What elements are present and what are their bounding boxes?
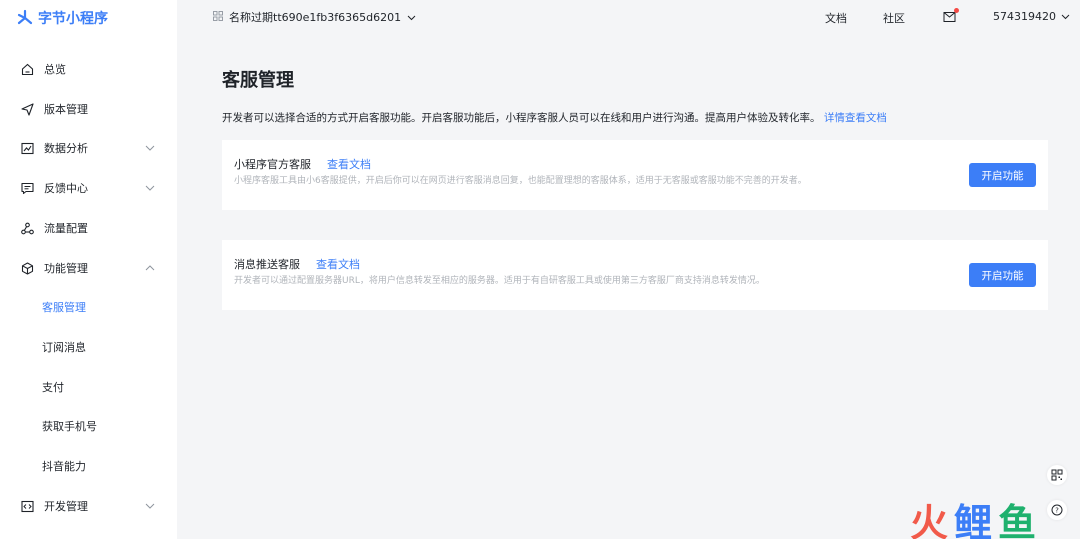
chevron-down-icon [145, 143, 155, 153]
sidebar-subitem-douyin[interactable]: 抖音能力 [0, 454, 177, 478]
sidebar-item-features[interactable]: 功能管理 [0, 256, 177, 280]
share-icon [20, 221, 34, 235]
sidebar-subitem-payment[interactable]: 支付 [0, 375, 177, 399]
qrcode-icon[interactable] [1047, 465, 1067, 485]
chevron-down-icon [145, 183, 155, 193]
brand-logo[interactable]: 字节小程序 [16, 8, 108, 28]
brand-name: 字节小程序 [38, 11, 108, 27]
page-intro: 开发者可以选择合适的方式开启客服功能。开启客服功能后，小程序客服人员可以在线和用… [222, 110, 887, 125]
send-icon [20, 102, 34, 116]
enable-push-service-button[interactable]: 开启功能 [969, 263, 1036, 287]
sidebar-subitem-label: 获取手机号 [42, 420, 97, 433]
chevron-down-icon [1061, 10, 1070, 23]
watermark-logo: 火 鲤 鱼 [910, 492, 1038, 539]
sidebar-item-analytics[interactable]: 数据分析 [0, 136, 177, 160]
sidebar-item-label: 功能管理 [44, 262, 88, 275]
user-id: 574319420 [993, 10, 1056, 23]
intro-text: 开发者可以选择合适的方式开启客服功能。开启客服功能后，小程序客服人员可以在线和用… [222, 112, 821, 124]
chevron-down-icon [407, 11, 416, 24]
card-title: 小程序官方客服 [234, 158, 311, 171]
enable-official-service-button[interactable]: 开启功能 [969, 163, 1036, 187]
chart-icon [20, 141, 34, 155]
sidebar-item-versions[interactable]: 版本管理 [0, 97, 177, 121]
community-link[interactable]: 社区 [883, 10, 905, 26]
sidebar-item-feedback[interactable]: 反馈中心 [0, 176, 177, 200]
sidebar-item-development[interactable]: 开发管理 [0, 494, 177, 518]
intro-docs-link[interactable]: 详情查看文档 [824, 112, 887, 124]
service-card-official: 小程序官方客服 查看文档 小程序客服工具由小6客服提供，开启后你可以在网页进行客… [222, 140, 1048, 210]
sidebar-item-label: 数据分析 [44, 142, 88, 155]
page-title: 客服管理 [222, 70, 294, 91]
notification-dot [954, 8, 959, 13]
sidebar-item-label: 流量配置 [44, 222, 88, 235]
home-icon [20, 62, 34, 76]
bytedance-logo-icon [16, 9, 34, 27]
sidebar-subitem-phone[interactable]: 获取手机号 [0, 414, 177, 438]
app-name: 名称过期tt690e1fb3f6365d6201 [229, 11, 402, 24]
card-docs-link[interactable]: 查看文档 [327, 156, 371, 172]
sidebar-subitem-customer-service[interactable]: 客服管理 [0, 295, 177, 319]
sidebar-item-label: 反馈中心 [44, 182, 88, 195]
sidebar-item-label: 开发管理 [44, 500, 88, 513]
sidebar-subitem-label: 客服管理 [42, 301, 86, 314]
help-icon[interactable]: ? [1047, 500, 1067, 520]
chevron-up-icon [145, 263, 155, 273]
card-description: 开发者可以通过配置服务器URL，将用户信息转发至相应的服务器。适用于有自研客服工… [234, 276, 765, 286]
app-selector[interactable]: 名称过期tt690e1fb3f6365d6201 [213, 9, 416, 25]
watermark-char: 鲤 [954, 501, 995, 539]
svg-text:?: ? [1055, 507, 1059, 515]
docs-link[interactable]: 文档 [825, 10, 847, 26]
mail-icon[interactable] [943, 8, 959, 23]
sidebar-subitem-label: 订阅消息 [42, 341, 86, 354]
sidebar-item-label: 总览 [44, 63, 66, 76]
chevron-down-icon [145, 501, 155, 511]
cube-icon [20, 261, 34, 275]
watermark-char: 火 [910, 501, 951, 539]
app-grid-icon [213, 10, 223, 24]
sidebar-subitem-subscription[interactable]: 订阅消息 [0, 335, 177, 359]
sidebar-item-traffic[interactable]: 流量配置 [0, 216, 177, 240]
service-card-push: 消息推送客服 查看文档 开发者可以通过配置服务器URL，将用户信息转发至相应的服… [222, 240, 1048, 310]
sidebar-subitem-label: 抖音能力 [42, 460, 86, 473]
message-icon [20, 181, 34, 195]
card-description: 小程序客服工具由小6客服提供，开启后你可以在网页进行客服消息回复，也能配置理想的… [234, 176, 807, 186]
sidebar-item-overview[interactable]: 总览 [0, 57, 177, 81]
user-menu[interactable]: 574319420 [993, 10, 1070, 23]
watermark-char: 鱼 [998, 501, 1039, 539]
top-bar: 名称过期tt690e1fb3f6365d6201 文档 社区 574319420 [177, 0, 1080, 34]
sidebar-item-label: 版本管理 [44, 103, 88, 116]
card-title: 消息推送客服 [234, 258, 300, 271]
code-icon [20, 499, 34, 513]
card-docs-link[interactable]: 查看文档 [316, 256, 360, 272]
sidebar-subitem-label: 支付 [42, 381, 64, 394]
sidebar: 字节小程序 总览 版本管理 数据分析 反馈中心 流量配置 功能管理 客服管理 订… [0, 0, 177, 539]
